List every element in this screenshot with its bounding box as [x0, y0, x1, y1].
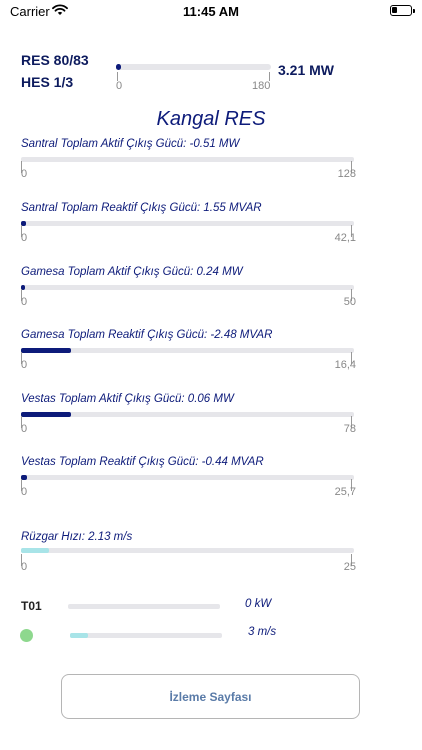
metric-max-label: 16,4 [334, 359, 356, 371]
turbine-id-label: T01 [21, 599, 42, 613]
metric-max-label: 78 [343, 423, 356, 435]
metric-row: Santral Toplam Reaktif Çıkış Gücü: 1.55 … [0, 202, 422, 258]
metric-label: Vestas Toplam Aktif Çıkış Gücü: 0.06 MW [21, 393, 234, 405]
metric-max-label: 128 [337, 168, 356, 180]
metric-max-label: 50 [343, 296, 356, 308]
battery-icon [390, 5, 415, 16]
metric-bar [21, 221, 354, 226]
summary-max-label: 180 [252, 80, 271, 92]
metric-bar [21, 475, 354, 480]
metric-row: Vestas Toplam Reaktif Çıkış Gücü: -0.44 … [0, 456, 422, 512]
metric-min-label: 0 [21, 296, 28, 308]
metric-label: Gamesa Toplam Aktif Çıkış Gücü: 0.24 MW [21, 266, 243, 278]
metric-row: Rüzgar Hızı: 2.13 m/s 0 25 [0, 531, 422, 587]
metric-label: Santral Toplam Aktif Çıkış Gücü: -0.51 M… [21, 138, 240, 150]
metric-bar [21, 348, 354, 353]
summary-progress-fill [116, 64, 121, 70]
metric-row: Vestas Toplam Aktif Çıkış Gücü: 0.06 MW 0… [0, 393, 422, 449]
summary-progress-bar [116, 64, 271, 70]
metric-max-label: 25,7 [334, 486, 356, 498]
metric-min-label: 0 [21, 359, 28, 371]
metric-max-label: 42,1 [334, 232, 356, 244]
metric-bar [21, 548, 354, 553]
metric-label: Gamesa Toplam Reaktif Çıkış Gücü: -2.48 … [21, 329, 273, 341]
metric-bar [21, 412, 354, 417]
res-count-label: RES 80/83 [21, 52, 89, 68]
metric-bar [21, 157, 354, 162]
turbine-wind-value: 3 m/s [248, 626, 277, 638]
monitoring-page-button[interactable]: İzleme Sayfası [61, 674, 360, 719]
total-power-value: 3.21 MW [278, 62, 335, 78]
turbine-wind-bar [70, 633, 222, 638]
plant-title: Kangal RES [156, 108, 266, 130]
metric-min-label: 0 [21, 423, 28, 435]
metric-label: Vestas Toplam Reaktif Çıkış Gücü: -0.44 … [21, 456, 264, 468]
metric-bar [21, 285, 354, 290]
hes-count-label: HES 1/3 [21, 74, 74, 90]
turbine-power-bar [68, 604, 220, 609]
turbine-wind-fill [70, 633, 89, 638]
metric-fill [21, 412, 71, 417]
summary-min-label: 0 [116, 80, 123, 92]
metric-label: Santral Toplam Reaktif Çıkış Gücü: 1.55 … [21, 202, 262, 214]
metric-row: Gamesa Toplam Aktif Çıkış Gücü: 0.24 MW 0… [0, 266, 422, 322]
status-time: 11:45 AM [183, 4, 239, 19]
metric-min-label: 0 [21, 561, 28, 573]
metric-row: Santral Toplam Aktif Çıkış Gücü: -0.51 M… [0, 138, 422, 194]
turbine-power-value: 0 kW [245, 598, 272, 610]
turbine-status-dot [20, 629, 33, 642]
metric-max-label: 25 [343, 561, 356, 573]
monitoring-page-button-label: İzleme Sayfası [169, 689, 252, 704]
status-bar: Carrier 11:45 AM [0, 0, 422, 24]
metric-row: Gamesa Toplam Reaktif Çıkış Gücü: -2.48 … [0, 329, 422, 385]
metric-fill [21, 548, 50, 553]
metric-min-label: 0 [21, 232, 28, 244]
metric-label: Rüzgar Hızı: 2.13 m/s [21, 531, 133, 543]
metric-min-label: 0 [21, 486, 28, 498]
metric-fill [21, 348, 71, 353]
metric-min-label: 0 [21, 168, 28, 180]
